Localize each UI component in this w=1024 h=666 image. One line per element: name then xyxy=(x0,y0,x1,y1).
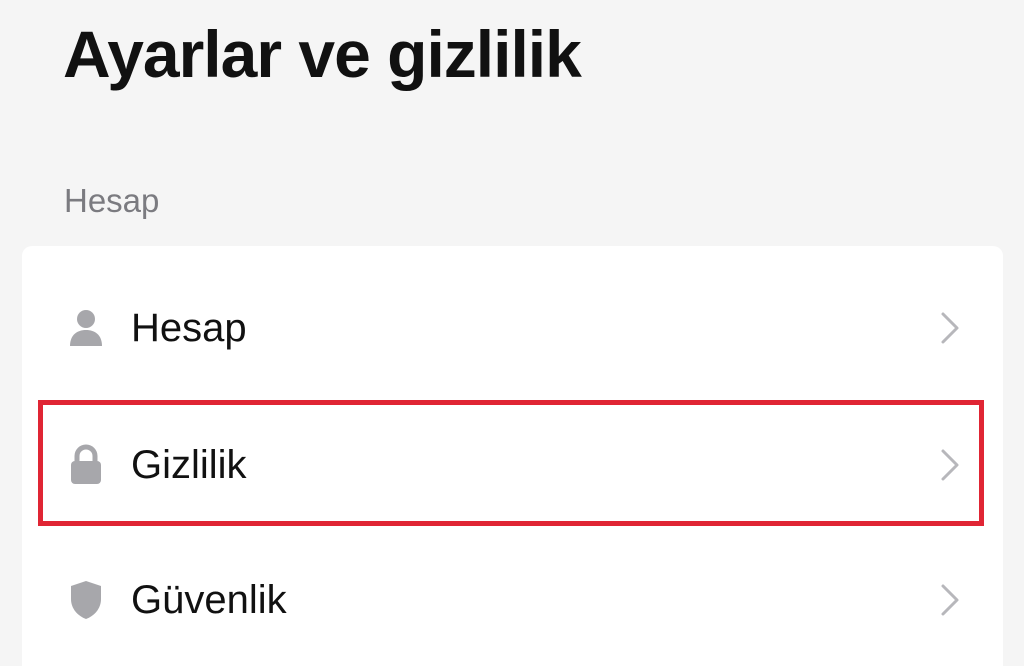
settings-item-label: Güvenlik xyxy=(131,578,287,622)
settings-item-privacy[interactable]: Gizlilik xyxy=(22,397,1003,533)
shield-icon xyxy=(66,578,106,622)
person-icon xyxy=(66,306,106,350)
settings-item-label: Gizlilik xyxy=(131,443,247,487)
chevron-right-icon xyxy=(937,580,963,620)
chevron-right-icon xyxy=(937,308,963,348)
settings-page: Ayarlar ve gizlilik Hesap Hesap Gizlilik xyxy=(0,0,1024,666)
settings-item-account[interactable]: Hesap xyxy=(22,260,1003,396)
chevron-right-icon xyxy=(937,445,963,485)
page-title: Ayarlar ve gizlilik xyxy=(63,17,582,91)
settings-item-label: Hesap xyxy=(131,306,247,350)
lock-icon xyxy=(66,443,106,487)
settings-item-security[interactable]: Güvenlik xyxy=(22,532,1003,666)
section-title-account: Hesap xyxy=(64,182,160,219)
